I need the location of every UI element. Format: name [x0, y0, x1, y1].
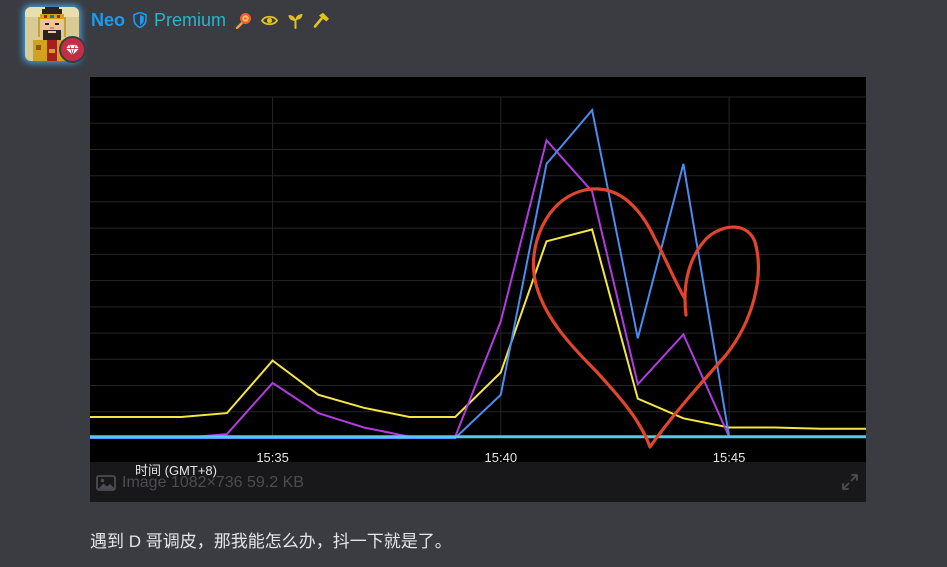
post-header: Neo Premium: [91, 8, 330, 32]
sprout-icon[interactable]: [287, 12, 304, 29]
expand-icon[interactable]: [841, 473, 859, 491]
author-name[interactable]: Neo: [91, 8, 125, 32]
image-footer: Image 1082×736 59.2 KB 时间 (GMT+8): [90, 462, 866, 502]
post-body-text: 遇到 D 哥调皮，那我能怎么办，抖一下就是了。: [90, 532, 452, 551]
premium-label[interactable]: Premium: [154, 8, 226, 32]
image-icon: [96, 475, 116, 491]
series-line: [90, 107, 866, 439]
image-attachment[interactable]: 15:35 15:40 15:45 Image 1082×736 59.2 KB 时…: [90, 77, 866, 502]
series-line: [90, 228, 866, 430]
eye-icon[interactable]: [261, 12, 279, 29]
hammer-icon[interactable]: [313, 12, 330, 29]
x-axis-title: 时间 (GMT+8): [135, 463, 217, 478]
diamond-badge-icon: [59, 36, 86, 63]
post: Neo Premium 15:35 15:40 15:45 Image 1082…: [0, 0, 947, 567]
shield-icon: [133, 12, 147, 28]
lollipop-icon[interactable]: [235, 12, 252, 29]
line-chart: 15:35 15:40 15:45: [90, 77, 866, 502]
